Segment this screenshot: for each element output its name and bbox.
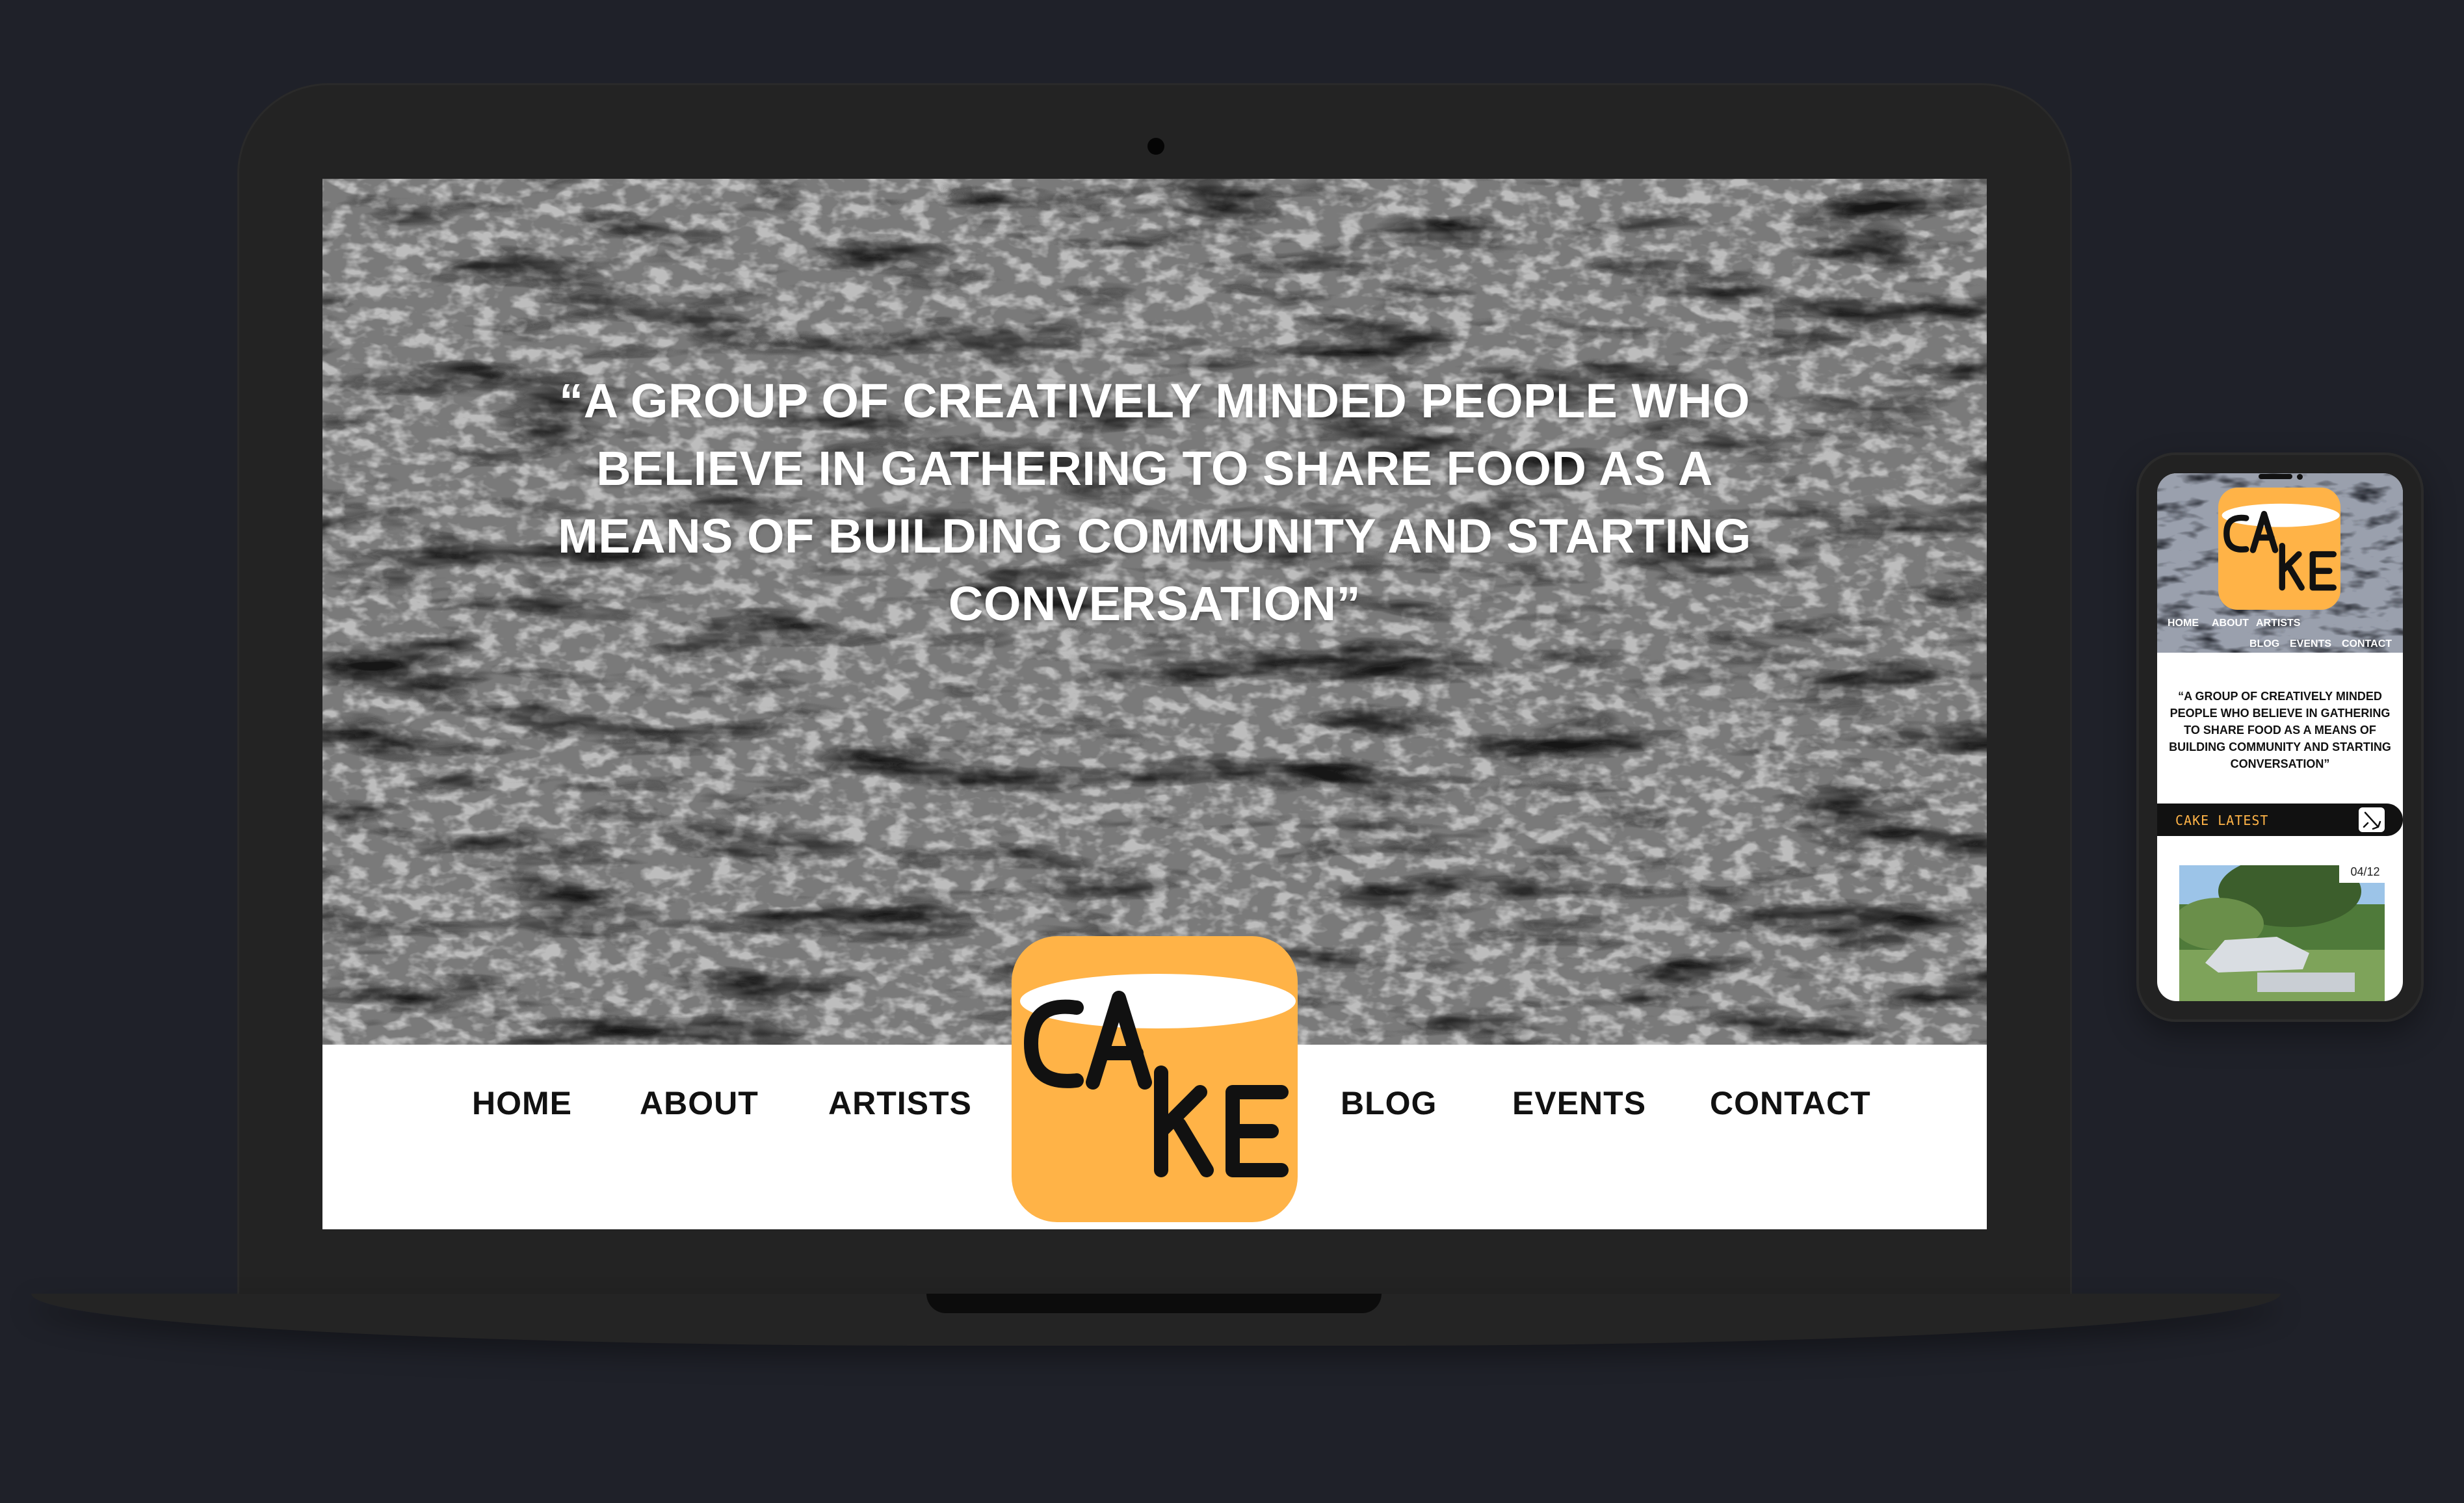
phone-nav-about[interactable]: ABOUT <box>2212 618 2249 629</box>
slide-counter: 04/12 <box>2339 861 2391 883</box>
cake-latest-label: CAKE LATEST <box>2175 813 2269 828</box>
phone-nav-events[interactable]: EVENTS <box>2290 638 2331 650</box>
phone-nav-home[interactable]: HOME <box>2168 618 2199 629</box>
phone-nav-contact[interactable]: CONTACT <box>2342 638 2392 650</box>
phone-nav-artists[interactable]: ARTISTS <box>2256 618 2300 629</box>
pencil-icon[interactable] <box>2359 807 2385 832</box>
nav-about[interactable]: ABOUT <box>640 1084 759 1122</box>
phone-speaker <box>2259 474 2292 479</box>
park-photo-image <box>2179 865 2385 1001</box>
nav-blog[interactable]: BLOG <box>1341 1084 1437 1122</box>
cake-latest-bar[interactable]: CAKE LATEST <box>2157 804 2403 836</box>
latest-image-card[interactable] <box>2179 865 2385 1001</box>
hero-section: “A GROUP OF CREATIVELY MINDED PEOPLE WHO… <box>322 179 1987 1045</box>
laptop-hinge-notch <box>926 1294 1382 1313</box>
phone-quote: “A GROUP OF CREATIVELY MINDED PEOPLE WHO… <box>2169 690 2391 770</box>
hero-quote: “A GROUP OF CREATIVELY MINDED PEOPLE WHO… <box>558 374 1751 631</box>
phone-hero: HOME ABOUT ARTISTS BLOG EVENTS CONTACT <box>2157 473 2403 653</box>
phone-cake-logo[interactable] <box>2218 488 2340 610</box>
laptop-camera <box>1147 138 1164 155</box>
nav-events[interactable]: EVENTS <box>1512 1084 1646 1122</box>
phone-camera <box>2297 474 2303 480</box>
phone-screen: HOME ABOUT ARTISTS BLOG EVENTS CONTACT “… <box>2157 473 2403 1001</box>
nav-artists[interactable]: ARTISTS <box>828 1084 972 1122</box>
cake-logo[interactable] <box>1012 936 1298 1222</box>
nav-contact[interactable]: CONTACT <box>1710 1084 1871 1122</box>
nav-home[interactable]: HOME <box>472 1084 572 1122</box>
laptop-screen: “A GROUP OF CREATIVELY MINDED PEOPLE WHO… <box>322 179 1987 1229</box>
phone-nav-blog[interactable]: BLOG <box>2249 638 2279 650</box>
